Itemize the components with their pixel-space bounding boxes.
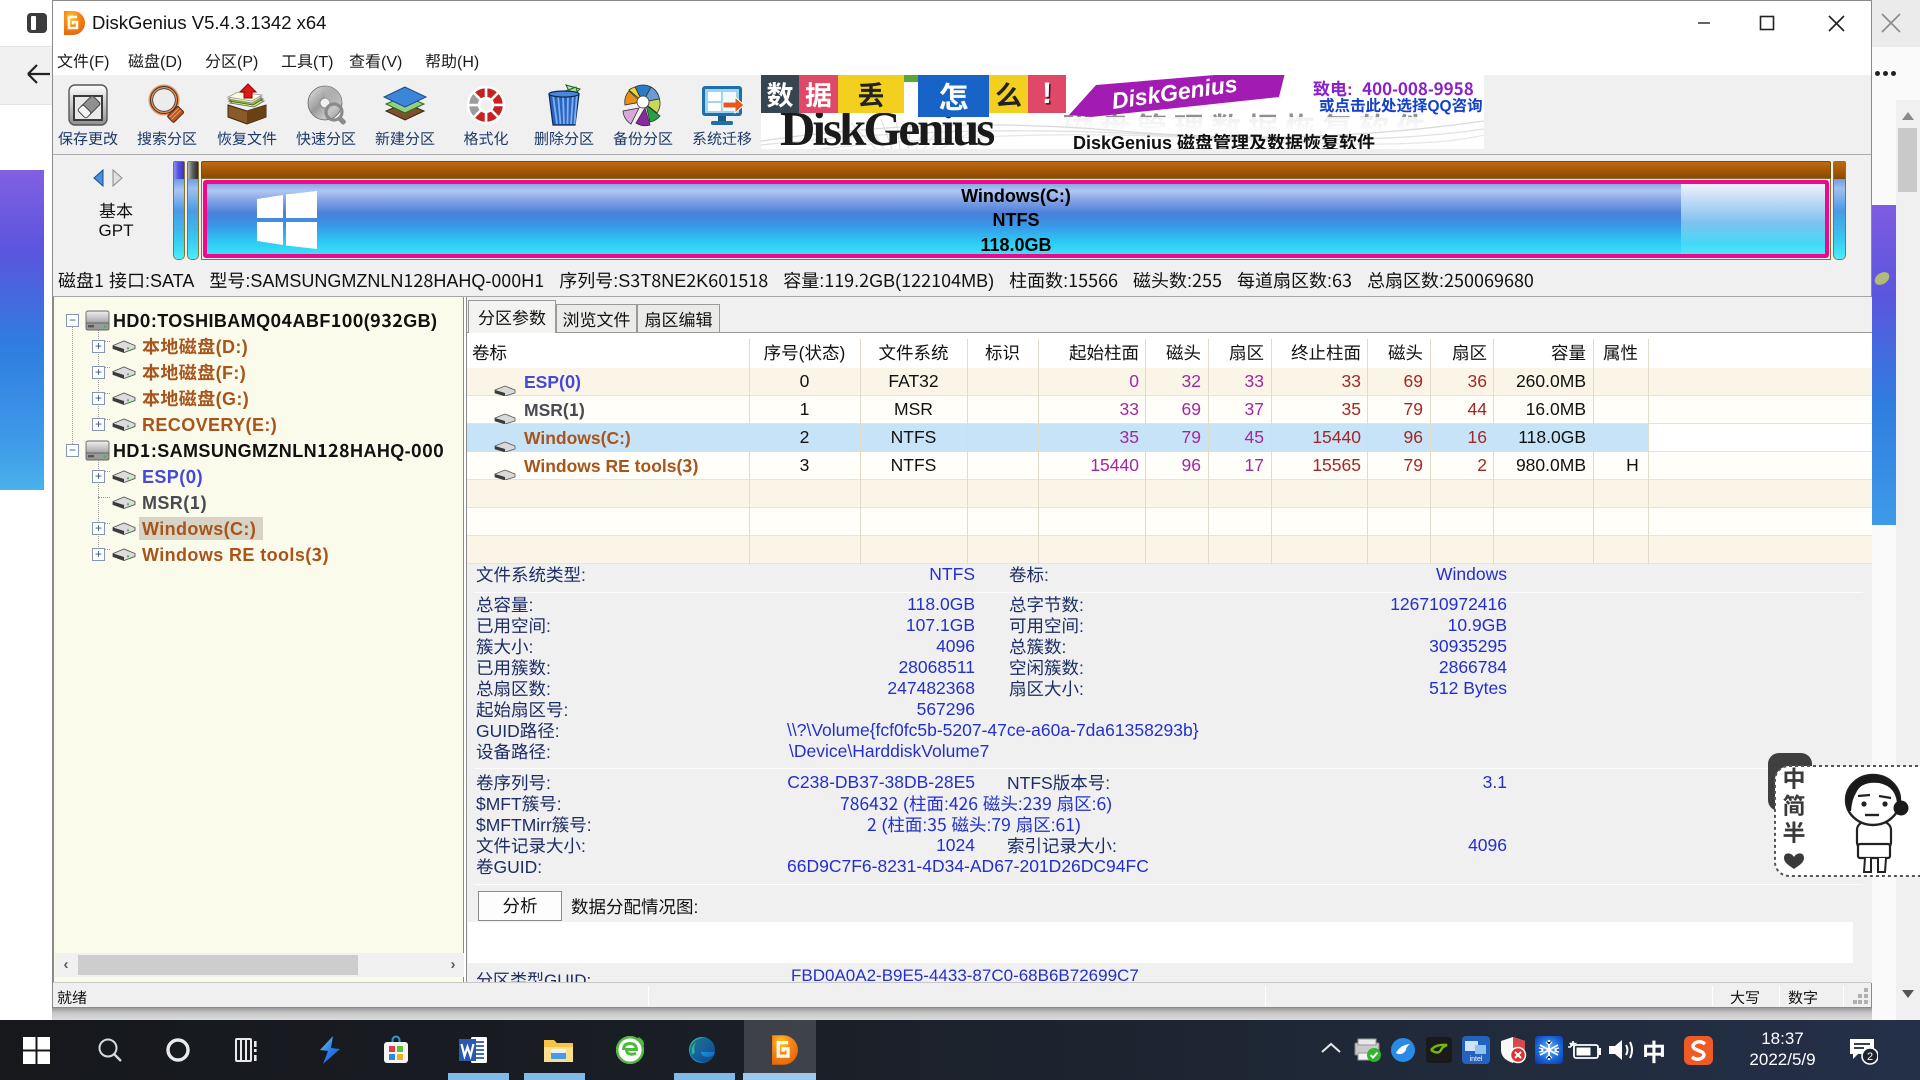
svg-text:2: 2 bbox=[1867, 1051, 1873, 1063]
svg-text:intel: intel bbox=[1470, 1056, 1483, 1063]
svg-text:半: 半 bbox=[1783, 814, 1806, 848]
